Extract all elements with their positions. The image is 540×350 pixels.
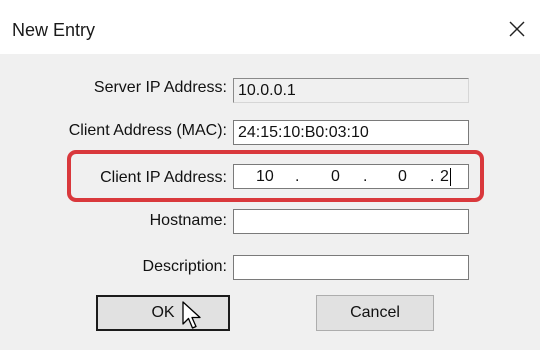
- text-caret: [450, 168, 451, 186]
- description-label: Description:: [142, 258, 227, 275]
- close-button[interactable]: [496, 10, 540, 48]
- server-ip-field: 10.0.0.1: [233, 78, 469, 103]
- close-icon: [509, 21, 525, 37]
- hostname-label: Hostname:: [149, 212, 227, 229]
- ip-octet-1[interactable]: 10: [256, 165, 274, 188]
- dialog-title: New Entry: [12, 20, 96, 40]
- mouse-pointer-icon: [182, 301, 201, 329]
- server-ip-label: Server IP Address:: [93, 79, 227, 96]
- ip-octet-2[interactable]: 0: [331, 165, 340, 188]
- cancel-button[interactable]: Cancel: [316, 295, 434, 331]
- client-mac-label: Client Address (MAC):: [68, 122, 227, 139]
- new-entry-dialog: New Entry Server IP Address: 10.0.0.1 Cl…: [0, 0, 540, 350]
- client-mac-input[interactable]: 24:15:10:B0:03:10: [233, 120, 469, 145]
- ip-octet-3[interactable]: 0: [398, 165, 407, 188]
- hostname-input[interactable]: [233, 209, 469, 234]
- client-ip-label: Client IP Address:: [100, 169, 227, 186]
- ok-button[interactable]: OK: [96, 295, 230, 331]
- title-bar[interactable]: New Entry: [0, 4, 540, 54]
- ip-separator: .: [295, 168, 300, 185]
- ip-separator: .: [363, 168, 368, 185]
- ip-octet-4[interactable]: 2: [440, 165, 449, 188]
- client-ip-input[interactable]: 10 . 0 . 0 . 2: [233, 164, 469, 189]
- ip-separator: .: [430, 168, 435, 185]
- description-input[interactable]: [233, 255, 469, 280]
